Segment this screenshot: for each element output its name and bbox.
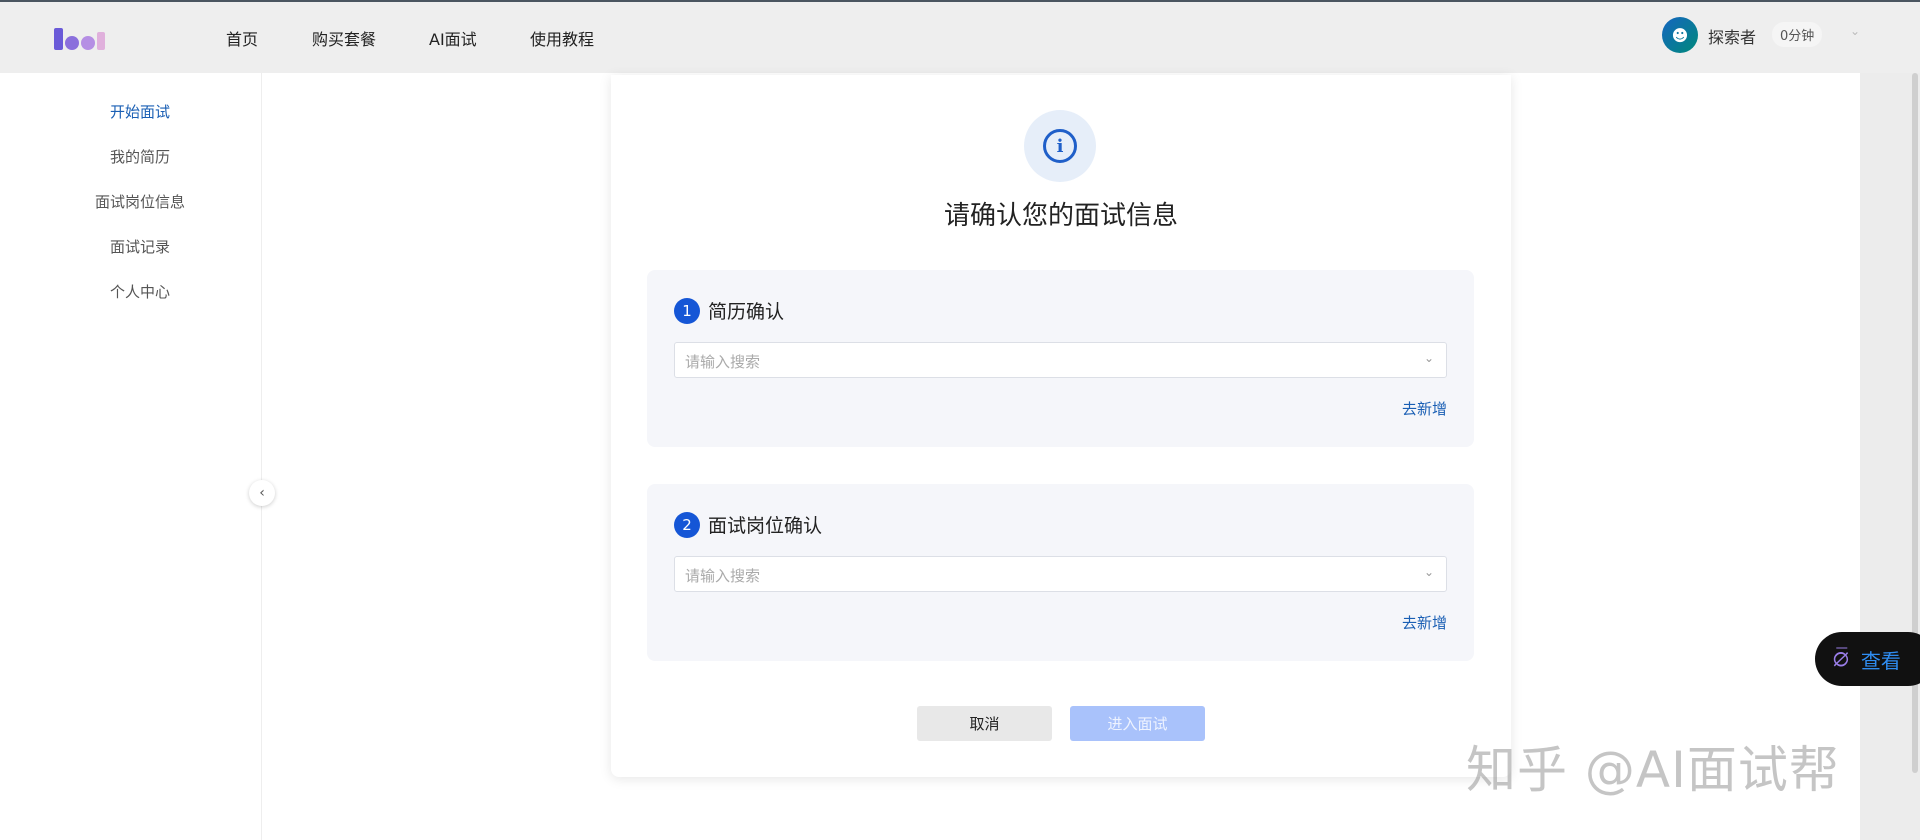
nav-ai-interview[interactable]: AI面试 (429, 2, 477, 73)
user-avatar-icon[interactable]: ☻ (1662, 17, 1698, 53)
select-placeholder: 请输入搜索 (685, 353, 761, 371)
sidebar-item-job-info[interactable]: 面试岗位信息 (0, 191, 280, 212)
step-number: 1 (674, 297, 700, 324)
sidebar-item-start-interview[interactable]: 开始面试 (0, 101, 280, 122)
add-job-link[interactable]: 去新增 (1402, 612, 1447, 633)
sidebar: 开始面试 我的简历 面试岗位信息 面试记录 个人中心 (0, 73, 262, 840)
user-name[interactable]: 探索者 (1708, 24, 1756, 48)
dialog-title: 请确认您的面试信息 (943, 201, 1178, 231)
confirm-dialog: i 请确认您的面试信息 1 简历确认 请输入搜索 ⌄ 去新增 2 面试岗位确认 请输入… (611, 75, 1511, 777)
select-placeholder: 请输入搜索 (685, 567, 761, 585)
sidebar-item-personal-center[interactable]: 个人中心 (0, 281, 280, 302)
enter-interview-button[interactable]: 进入面试 (1070, 706, 1205, 741)
section-title: 简历确认 (708, 301, 785, 323)
nav-buy-plan[interactable]: 购买套餐 (312, 2, 376, 73)
logo[interactable] (54, 28, 105, 50)
floating-label: 查看 (1860, 648, 1901, 673)
sidebar-item-my-resume[interactable]: 我的简历 (0, 146, 280, 167)
step-number: 2 (674, 511, 700, 538)
resume-section: 1 简历确认 请输入搜索 ⌄ 去新增 (647, 270, 1474, 447)
user-menu-chevron-icon[interactable]: ⌄ (1850, 24, 1860, 38)
nav-home[interactable]: 首页 (226, 2, 258, 73)
job-section: 2 面试岗位确认 请输入搜索 ⌄ 去新增 (647, 484, 1474, 661)
cancel-button[interactable]: 取消 (917, 706, 1052, 741)
chevron-down-icon: ⌄ (1423, 351, 1434, 365)
floating-view-button[interactable]: ⦱ 查看 (1815, 632, 1920, 686)
info-icon: i (1024, 110, 1096, 182)
chevron-down-icon: ⌄ (1423, 565, 1434, 579)
nav-tutorial[interactable]: 使用教程 (530, 2, 594, 73)
add-resume-link[interactable]: 去新增 (1402, 398, 1447, 419)
resume-select[interactable]: 请输入搜索 ⌄ (674, 342, 1447, 378)
scrollbar-track[interactable] (1860, 73, 1920, 840)
sidebar-item-interview-records[interactable]: 面试记录 (0, 236, 280, 257)
section-title: 面试岗位确认 (708, 515, 823, 537)
minutes-badge: 0分钟 (1772, 22, 1823, 47)
watermark: 知乎 @AI面试帮 (1466, 741, 1840, 799)
translate-icon: ⦱ (1833, 646, 1849, 672)
job-select[interactable]: 请输入搜索 ⌄ (674, 556, 1447, 592)
top-header: 首页 购买套餐 AI面试 使用教程 ☻ 探索者 0分钟 ⌄ (0, 2, 1920, 73)
sidebar-collapse-button[interactable]: ‹ (249, 480, 275, 506)
